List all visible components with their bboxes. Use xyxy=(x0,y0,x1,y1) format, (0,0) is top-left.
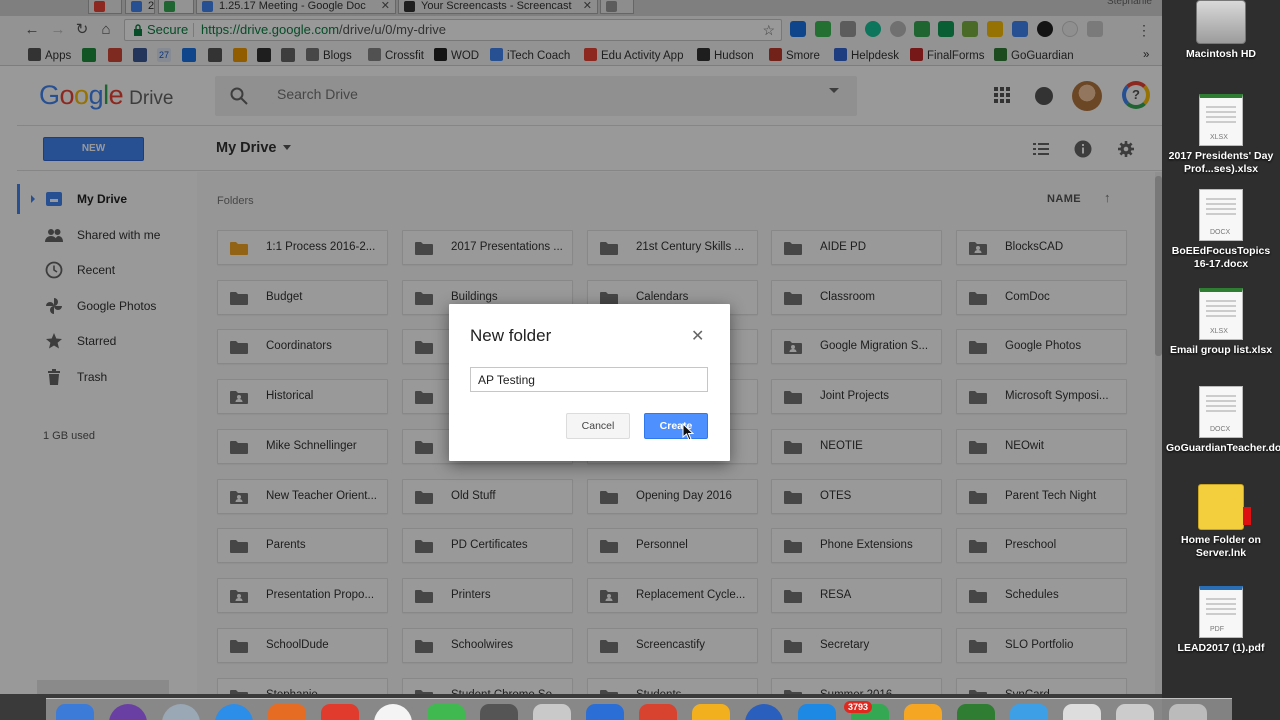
docx-file-icon: DOCX xyxy=(1199,189,1243,241)
dock-app-icon[interactable] xyxy=(798,704,836,720)
dock-app-icon[interactable] xyxy=(639,704,677,720)
chrome-window: 251.25.17 Meeting - Google Doc✕Your Scre… xyxy=(0,0,1162,694)
dock-app-icon[interactable] xyxy=(321,704,359,720)
dock-app-icon[interactable] xyxy=(162,704,200,720)
dock-app-icon[interactable] xyxy=(1116,704,1154,720)
dock-app-icon[interactable] xyxy=(56,704,94,720)
document-lines-icon xyxy=(1206,598,1236,600)
dock-app-icon[interactable] xyxy=(745,704,783,720)
folder-name-input[interactable] xyxy=(470,367,708,392)
document-lines-icon xyxy=(1206,395,1236,397)
close-icon[interactable]: ✕ xyxy=(691,326,704,346)
screen: 251.25.17 Meeting - Google Doc✕Your Scre… xyxy=(0,0,1280,720)
desktop: Macintosh HD XLSX 2017 Presidents' Day Pro… xyxy=(1162,0,1280,720)
dock-app-icon[interactable] xyxy=(480,704,518,720)
document-lines-icon xyxy=(1206,300,1236,302)
mouse-cursor-icon xyxy=(682,423,694,441)
dock-app-icon[interactable] xyxy=(692,704,730,720)
dock-app-icon[interactable] xyxy=(427,704,465,720)
dialog-title: New folder xyxy=(470,326,552,345)
dock-app-icon[interactable] xyxy=(374,704,412,720)
xlsx-file-icon: XLSX xyxy=(1199,94,1243,146)
dock-app-icon[interactable] xyxy=(215,704,253,720)
file-type-icon: XLSX xyxy=(1210,134,1228,141)
folder-file-icon xyxy=(1198,484,1251,530)
dock-app-icon[interactable] xyxy=(904,704,942,720)
document-lines-icon xyxy=(1206,198,1236,200)
dock-app-icon[interactable] xyxy=(1010,704,1048,720)
dock-app-icon[interactable] xyxy=(1169,704,1207,720)
disk-file-icon xyxy=(1196,0,1246,44)
create-button[interactable]: Create xyxy=(644,413,708,439)
desktop-item-label: BoEEdFocusTopics 16-17.docx xyxy=(1171,245,1271,270)
document-lines-icon xyxy=(1206,106,1236,108)
file-type-icon: XLSX xyxy=(1210,328,1228,335)
file-type-icon: DOCX xyxy=(1210,426,1231,433)
dock-app-icon[interactable] xyxy=(268,704,306,720)
desktop-item[interactable]: Home Folder on Server.lnk xyxy=(1162,484,1280,560)
dock-app-icon[interactable] xyxy=(109,704,147,720)
desktop-item[interactable]: DOCX GoGuardianTeacher.docx xyxy=(1162,386,1280,455)
pdf-file-icon: PDF xyxy=(1199,586,1243,638)
dock-app-icon[interactable] xyxy=(957,704,995,720)
desktop-item[interactable]: PDF LEAD2017 (1).pdf xyxy=(1162,586,1280,655)
desktop-item[interactable]: XLSX 2017 Presidents' Day Prof...ses).xls… xyxy=(1162,94,1280,176)
desktop-item[interactable]: XLSX Email group list.xlsx xyxy=(1162,288,1280,357)
shortcut-badge-icon xyxy=(1243,507,1251,525)
desktop-item-label: Email group list.xlsx xyxy=(1169,344,1273,356)
dock: 3793 xyxy=(46,698,1232,720)
dock-app-icon[interactable] xyxy=(1063,704,1101,720)
desktop-item[interactable]: DOCX BoEEdFocusTopics 16-17.docx xyxy=(1162,189,1280,271)
desktop-item-label: Home Folder on Server.lnk xyxy=(1181,534,1261,559)
notification-badge: 3793 xyxy=(844,701,873,713)
cancel-button[interactable]: Cancel xyxy=(566,413,630,439)
desktop-item-label: LEAD2017 (1).pdf xyxy=(1177,642,1265,654)
desktop-item-label: Macintosh HD xyxy=(1185,48,1256,60)
file-type-icon: DOCX xyxy=(1210,229,1231,236)
desktop-item-label: 2017 Presidents' Day Prof...ses).xlsx xyxy=(1168,150,1274,175)
file-type-icon: PDF xyxy=(1210,626,1224,633)
desktop-item-label: GoGuardianTeacher.docx xyxy=(1166,442,1280,454)
dock-app-icon[interactable] xyxy=(533,704,571,720)
docx-file-icon: DOCX xyxy=(1199,386,1243,438)
desktop-item[interactable]: Macintosh HD xyxy=(1162,0,1280,61)
xlsx-file-icon: XLSX xyxy=(1199,288,1243,340)
dock-app-icon[interactable] xyxy=(586,704,624,720)
